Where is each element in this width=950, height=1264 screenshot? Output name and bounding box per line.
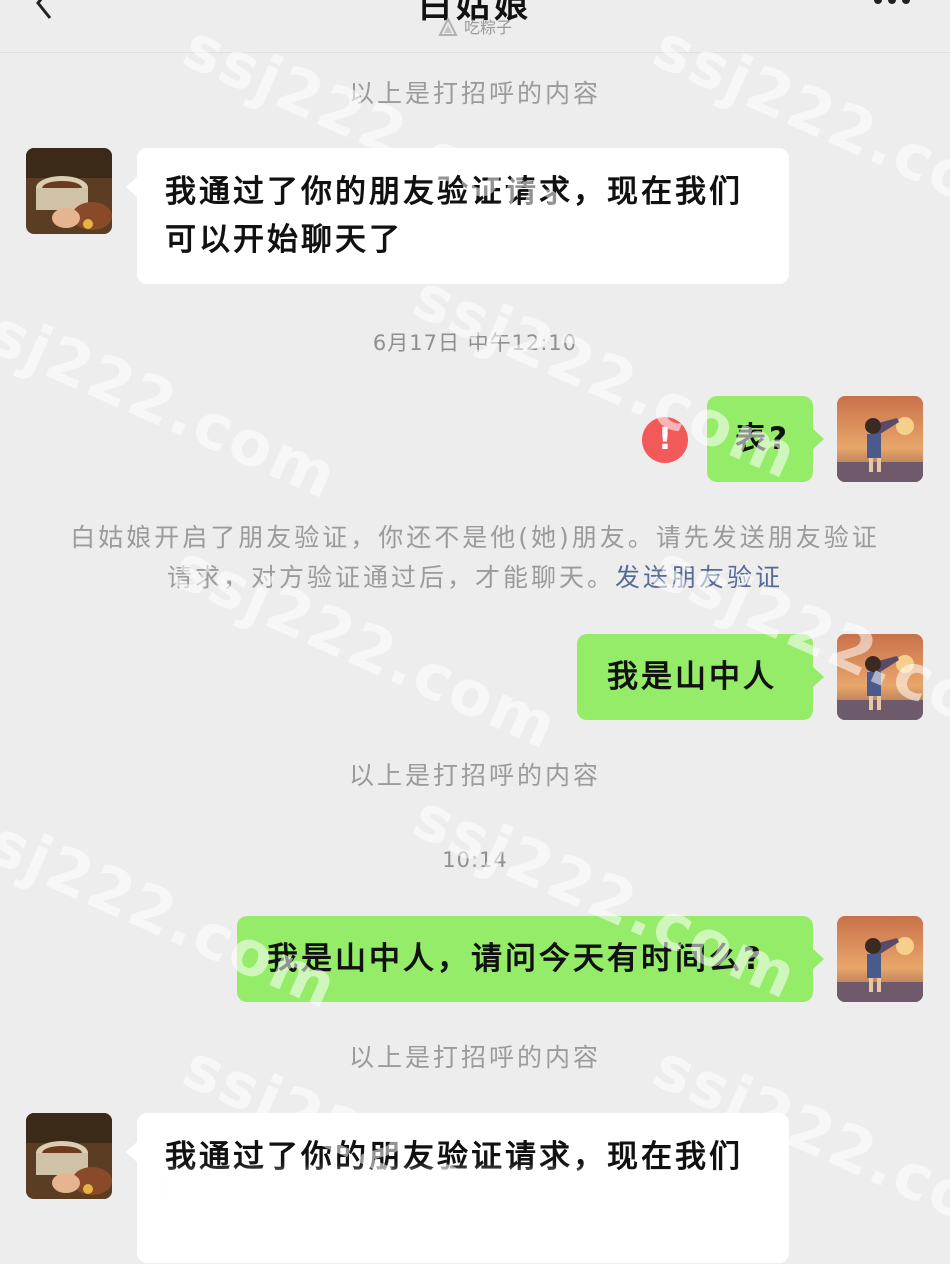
contact-avatar[interactable] xyxy=(26,148,112,234)
incoming-message-bubble[interactable]: 我通过了你的朋友验证请求，现在我们可以开始聊天了 xyxy=(126,148,789,284)
contact-avatar[interactable] xyxy=(26,1113,112,1199)
avatar-image xyxy=(837,916,923,1002)
my-avatar[interactable] xyxy=(837,916,923,1002)
my-avatar[interactable] xyxy=(837,634,923,720)
contact-status: 吃粽子 xyxy=(0,14,950,38)
system-message: 以上是打招呼的内容 xyxy=(348,761,601,790)
outgoing-message-bubble[interactable]: 我是山中人 xyxy=(577,634,824,720)
avatar-image xyxy=(837,634,923,720)
message-timestamp: 10:14 xyxy=(442,848,508,872)
status-text: 吃粽子 xyxy=(463,18,512,37)
status-icon xyxy=(438,17,458,36)
outgoing-message-bubble[interactable]: 表? xyxy=(707,396,824,482)
system-message: 以上是打招呼的内容 xyxy=(348,1043,601,1072)
avatar-image xyxy=(26,148,112,234)
message-timestamp: 6月17日 中午12:10 xyxy=(372,331,578,355)
more-options-icon[interactable] xyxy=(872,0,912,8)
outgoing-message-bubble[interactable]: 我是山中人，请问今天有时间么? xyxy=(237,916,824,1002)
avatar-image xyxy=(837,396,923,482)
verification-notice: 白姑娘开启了朋友验证，你还不是他(她)朋友。请先发送朋友验证请求，对方验证通过后… xyxy=(60,518,890,598)
watermark: ssj222.com xyxy=(0,279,350,514)
system-message: 以上是打招呼的内容 xyxy=(348,79,601,108)
avatar-image xyxy=(26,1113,112,1199)
send-verification-link[interactable]: 发送朋友验证 xyxy=(615,563,783,592)
blurred-text-overlay xyxy=(160,1172,600,1206)
send-failed-icon[interactable]: ! xyxy=(642,417,688,463)
chat-header: 白姑娘 吃粽子 xyxy=(0,0,950,53)
my-avatar[interactable] xyxy=(837,396,923,482)
